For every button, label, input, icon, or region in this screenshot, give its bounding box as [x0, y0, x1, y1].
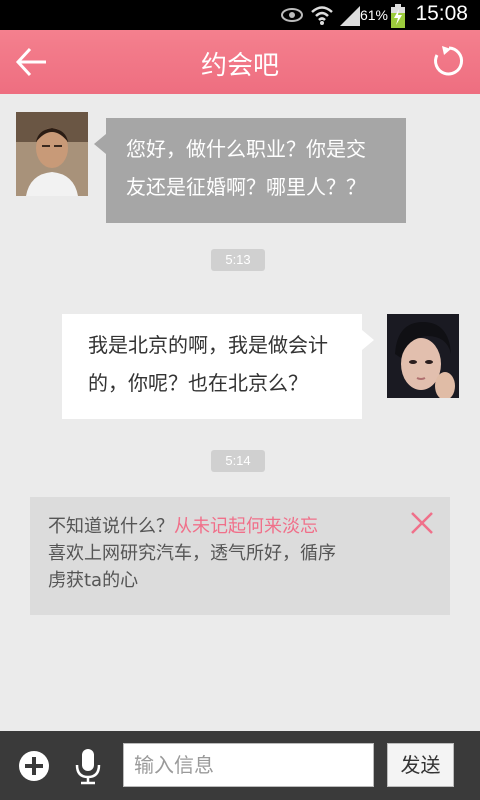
- bubble-tail: [362, 330, 374, 350]
- page-title: 约会吧: [200, 51, 279, 81]
- eye-icon: [281, 8, 303, 22]
- message-line: 我是北京的啊，我是做会计: [88, 333, 328, 357]
- battery-percent: 61%: [359, 7, 388, 23]
- microphone-icon[interactable]: [74, 747, 102, 785]
- avatar-female[interactable]: [387, 314, 459, 398]
- message-bubble-incoming[interactable]: 您好，做什么职业？你是交 友还是征婚啊？哪里人？？: [106, 118, 406, 223]
- message-line: 您好，做什么职业？你是交: [126, 137, 366, 161]
- message-bubble-outgoing[interactable]: 我是北京的啊，我是做会计 的，你呢？也在北京么？: [62, 314, 362, 419]
- status-bar: 61% 15:08: [0, 0, 480, 30]
- message-input[interactable]: [123, 743, 374, 787]
- send-button[interactable]: 发送: [387, 743, 454, 787]
- refresh-icon[interactable]: [432, 44, 466, 78]
- avatar-male[interactable]: [16, 112, 88, 196]
- plus-circle-icon[interactable]: [18, 750, 50, 782]
- message-line: 的，你呢？也在北京么？: [88, 371, 308, 395]
- message-line: 友还是征婚啊？哪里人？？: [126, 175, 366, 199]
- input-bar: 发送: [0, 731, 480, 800]
- suggestion-highlight[interactable]: 从未记起何来淡忘: [174, 516, 318, 537]
- suggestion-line: 喜欢上网研究汽车，透气所好，循序: [48, 543, 336, 564]
- clock: 15:08: [415, 2, 468, 25]
- suggestion-prefix: 不知道说什么？: [48, 516, 174, 537]
- suggestion-line: 虏获ta的心: [48, 570, 139, 591]
- suggestion-line: 不知道说什么？从未记起何来淡忘: [48, 513, 432, 540]
- close-icon[interactable]: [410, 511, 434, 535]
- bubble-tail: [94, 134, 106, 154]
- signal-icon: [340, 6, 360, 26]
- app-header: 约会吧: [0, 30, 480, 94]
- timestamp: 5:13: [211, 249, 265, 271]
- wifi-icon: [311, 6, 333, 25]
- battery-charging-icon: [391, 4, 405, 28]
- timestamp: 5:14: [211, 450, 265, 472]
- topic-suggestion[interactable]: 不知道说什么？从未记起何来淡忘 喜欢上网研究汽车，透气所好，循序 虏获ta的心: [30, 497, 450, 615]
